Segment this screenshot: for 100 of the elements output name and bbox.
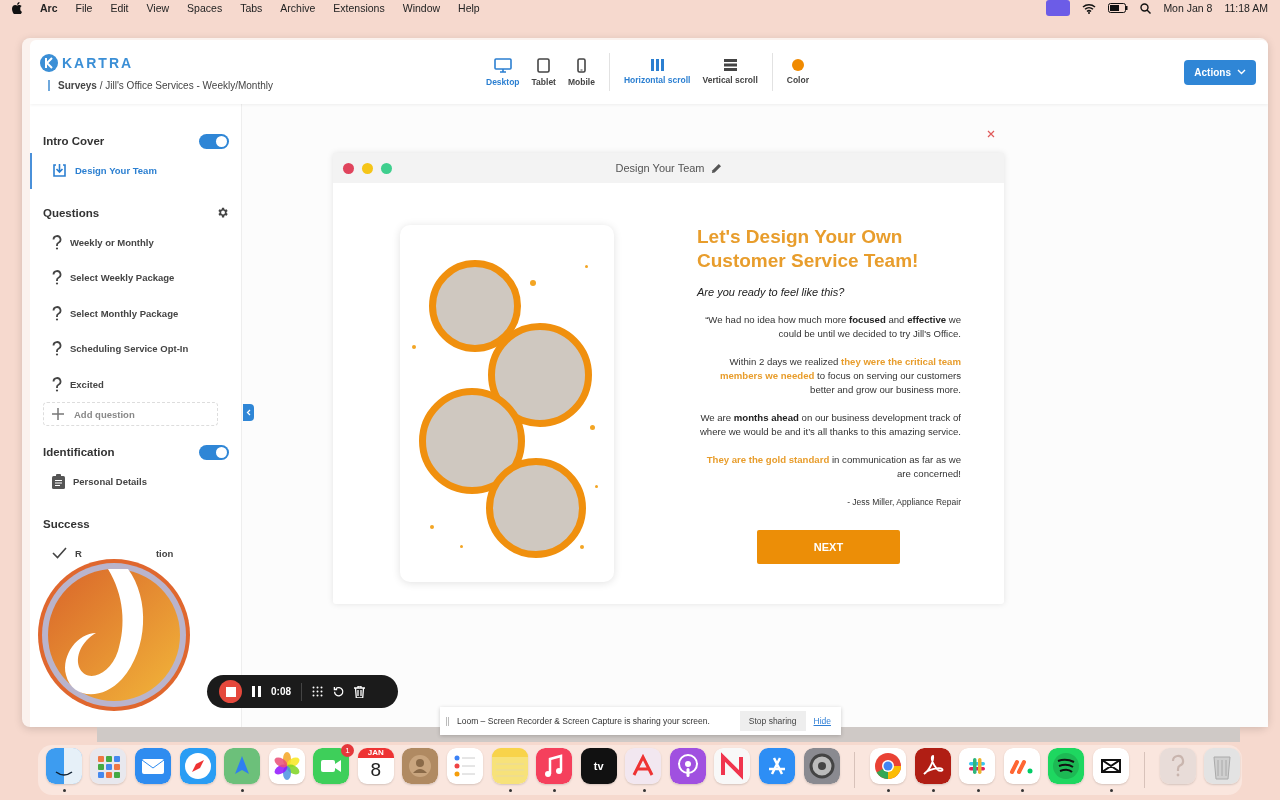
maps-app-icon[interactable] <box>224 748 261 784</box>
paint-splatter <box>580 545 584 549</box>
calendar-app-icon[interactable]: JAN 8 <box>357 748 394 784</box>
menu-item[interactable]: Window <box>402 2 441 14</box>
chevron-left-icon <box>246 409 251 416</box>
news-app-icon[interactable] <box>714 748 751 784</box>
paint-splatter <box>412 345 416 349</box>
toolbar-tab[interactable]: Desktop <box>480 57 526 87</box>
contacts-app-icon[interactable] <box>402 748 439 784</box>
sidebar-item[interactable]: Weekly or Monthly <box>30 224 229 260</box>
apple-logo-icon[interactable] <box>12 2 22 14</box>
notification-badge: 1 <box>341 744 355 757</box>
add-question-button[interactable]: Add question <box>43 402 218 426</box>
toolbar-tab[interactable]: Tablet <box>525 57 562 87</box>
wifi-icon[interactable] <box>1082 2 1097 14</box>
item-label: Scheduling Service Opt-In <box>70 343 189 355</box>
menu-item[interactable]: Edit <box>110 2 129 14</box>
sidebar-item[interactable]: Select Monthly Package <box>30 295 229 331</box>
hide-link[interactable]: Hide <box>813 716 831 726</box>
stop-recording-button[interactable] <box>219 680 242 703</box>
testimonial-paragraph: They are the gold standard in communication as far as we are concerned! <box>705 453 961 481</box>
menu-bar-date[interactable]: Mon Jan 8 <box>1163 2 1213 14</box>
question-icon <box>52 376 62 392</box>
toggle-switch[interactable] <box>199 444 229 460</box>
sidebar-item[interactable]: R tion <box>30 535 229 571</box>
menu-bar-time[interactable]: 11:18 AM <box>1224 2 1268 14</box>
restart-icon[interactable] <box>333 686 344 697</box>
menu-app-name[interactable]: Arc <box>40 2 58 14</box>
safari-app-icon[interactable] <box>179 748 216 784</box>
trash-icon[interactable] <box>354 685 365 698</box>
reminders-app-icon[interactable] <box>447 748 483 784</box>
maximize-dot[interactable] <box>381 162 392 174</box>
settings-icon[interactable] <box>216 206 229 219</box>
testimonial-paragraph: Within 2 days we realized they were the critical team members we needed to focus on serving our customers better and grow our business more. <box>718 355 961 397</box>
chrome-app-icon[interactable] <box>870 748 907 784</box>
spotify-app-icon[interactable] <box>1048 748 1085 784</box>
monitor-icon <box>493 57 512 73</box>
section-title: Questions <box>43 206 100 219</box>
menu-item[interactable]: Extensions <box>333 2 385 14</box>
toggle-switch[interactable] <box>199 133 229 149</box>
pencil-icon[interactable] <box>710 162 722 174</box>
rows-icon <box>723 59 737 71</box>
music-app-icon[interactable] <box>536 748 573 784</box>
menu-item[interactable]: Spaces <box>187 2 223 14</box>
facetime-app-icon[interactable] <box>313 748 350 784</box>
recorder-logo-bubble[interactable] <box>36 557 192 713</box>
search-icon[interactable] <box>1140 2 1152 14</box>
question-icon <box>52 270 62 286</box>
clipboard-icon <box>52 474 65 490</box>
pause-button[interactable] <box>252 686 261 697</box>
item-label: Design Your Team <box>75 165 157 177</box>
question-icon <box>52 305 62 321</box>
logo-text: KARTRA <box>62 54 134 71</box>
menu-item[interactable]: Archive <box>280 2 316 14</box>
tv-app-icon[interactable]: tv <box>580 748 617 784</box>
actions-button[interactable]: Actions <box>1184 59 1256 85</box>
tv-label: tv <box>593 760 604 772</box>
mail-app-icon[interactable] <box>134 748 171 784</box>
monday-app-icon[interactable] <box>1003 748 1040 784</box>
sidebar-item[interactable]: Personal Details <box>30 464 229 500</box>
minimize-dot[interactable] <box>362 162 373 174</box>
sidebar-item[interactable]: Design Your Team <box>30 153 229 189</box>
question-icon <box>52 341 62 357</box>
stop-sharing-button[interactable]: Stop sharing <box>739 711 806 731</box>
toolbar-tab[interactable]: Mobile <box>561 57 601 87</box>
item-label: Weekly or Monthly <box>70 236 154 248</box>
settings-app-icon[interactable] <box>803 748 840 784</box>
appstore-app-icon[interactable] <box>759 748 796 784</box>
section-title: Success <box>43 517 90 530</box>
sidebar-item[interactable]: Scheduling Service Opt-In <box>30 331 229 367</box>
toolbar-tab[interactable]: Vertical scroll <box>696 59 764 85</box>
slack-app-icon[interactable] <box>959 748 996 784</box>
sidebar-item[interactable]: Excited <box>30 366 229 402</box>
close-dot[interactable] <box>343 162 354 174</box>
finder-app-icon[interactable] <box>45 748 82 784</box>
color-picker[interactable]: Color <box>780 59 815 85</box>
dot-grid-icon[interactable] <box>312 686 323 697</box>
preview-title: Design Your Team <box>615 162 705 174</box>
battery-icon[interactable] <box>1108 3 1129 13</box>
sidebar-item[interactable]: Select Weekly Package <box>30 260 229 296</box>
capcut-app-icon[interactable] <box>1093 748 1130 784</box>
collapse-sidebar-button[interactable] <box>243 404 254 421</box>
logo-icon <box>40 53 58 72</box>
testimonial-paragraph: “We had no idea how much more focused and effective we could be until we decided to try Jill's Office. <box>704 313 961 341</box>
tablet-icon <box>537 57 551 73</box>
cover-heading: Let's Design Your Own Customer Service Team! <box>697 225 920 273</box>
acrobat-app-icon[interactable] <box>914 748 951 784</box>
arc-app-icon[interactable] <box>625 748 662 784</box>
plus-icon <box>52 408 64 420</box>
menu-item[interactable]: Tabs <box>240 2 263 14</box>
screen-record-icon[interactable] <box>1046 0 1071 16</box>
cover-subheading: Are you ready to feel like this? <box>697 285 846 299</box>
menu-item[interactable]: File <box>75 2 93 14</box>
menu-item[interactable]: View <box>146 2 170 14</box>
podcasts-app-icon[interactable] <box>669 748 706 784</box>
launchpad-app-icon[interactable] <box>90 748 127 784</box>
photos-app-icon[interactable] <box>268 748 305 784</box>
toolbar-tab[interactable]: Horizontal scroll <box>617 59 697 85</box>
menu-item[interactable]: Help <box>458 2 480 14</box>
paint-splatter <box>430 525 434 529</box>
